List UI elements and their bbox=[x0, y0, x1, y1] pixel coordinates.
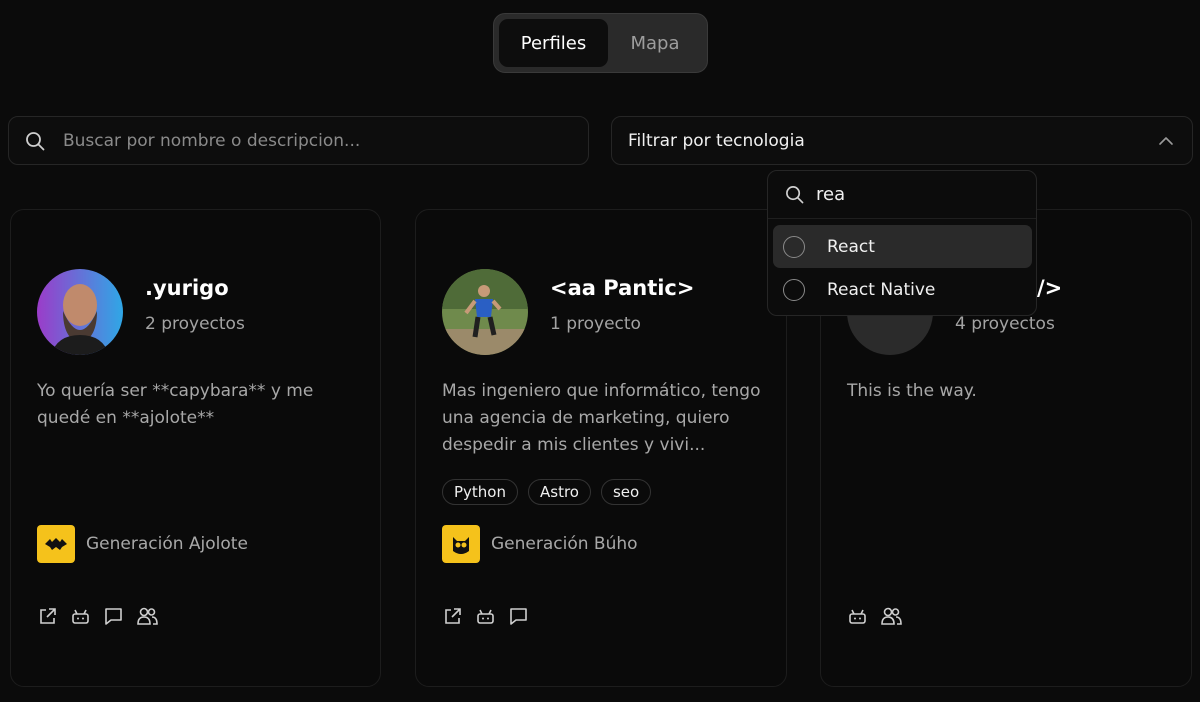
profile-description: This is the way. bbox=[847, 381, 977, 401]
profile-name: <aa Pantic> bbox=[550, 276, 695, 300]
bot-icon[interactable] bbox=[70, 606, 91, 627]
search-icon bbox=[786, 186, 804, 204]
dropdown-search-input[interactable] bbox=[816, 184, 1016, 205]
owl-logo-icon bbox=[442, 525, 480, 563]
generation-label: Generación Ajolote bbox=[86, 534, 248, 554]
profile-name: .yurigo bbox=[145, 276, 229, 300]
axolotl-logo-icon bbox=[37, 525, 75, 563]
tech-tags: Python Astro seo bbox=[442, 479, 652, 505]
profile-project-count: 2 proyectos bbox=[145, 314, 245, 334]
radio-circle bbox=[783, 235, 805, 258]
message-icon[interactable] bbox=[103, 606, 124, 627]
chevron-up-icon bbox=[1159, 136, 1173, 145]
avatar bbox=[37, 269, 123, 355]
option-label: React Native bbox=[827, 279, 936, 300]
tech-tag: Python bbox=[442, 479, 518, 505]
generation-badge: Generación Búho bbox=[442, 525, 638, 563]
tech-tag: seo bbox=[600, 479, 652, 505]
profile-description: Mas ingeniero que informático, tengo una… bbox=[442, 381, 761, 455]
option-react-native[interactable]: React Native bbox=[773, 268, 1032, 311]
avatar bbox=[442, 269, 528, 355]
option-react[interactable]: React bbox=[773, 225, 1032, 268]
tech-filter-dropdown: React React Native bbox=[767, 170, 1037, 316]
users-icon[interactable] bbox=[880, 606, 903, 627]
users-icon[interactable] bbox=[136, 606, 159, 627]
profile-actions bbox=[37, 606, 159, 627]
profile-project-count: 1 proyecto bbox=[550, 314, 641, 334]
tech-tag: Astro bbox=[528, 479, 591, 505]
generation-badge: Generación Ajolote bbox=[37, 525, 248, 563]
external-link-icon[interactable] bbox=[37, 606, 58, 627]
view-tabs: Perfiles Mapa bbox=[493, 13, 708, 73]
profile-project-count: 4 proyectos bbox=[955, 314, 1055, 334]
external-link-icon[interactable] bbox=[442, 606, 463, 627]
profile-card[interactable]: <aa Pantic> 1 proyecto Mas ingeniero que… bbox=[415, 209, 787, 687]
message-icon[interactable] bbox=[508, 606, 529, 627]
tab-mapa[interactable]: Mapa bbox=[608, 19, 702, 67]
profile-description: Yo quería ser **capybara** y me quedé en… bbox=[37, 381, 314, 428]
profile-actions bbox=[847, 606, 903, 627]
generation-label: Generación Búho bbox=[491, 534, 638, 554]
profile-name: /> bbox=[1037, 276, 1063, 300]
search-icon bbox=[26, 131, 45, 150]
bot-icon[interactable] bbox=[475, 606, 496, 627]
tech-filter-select[interactable]: Filtrar por tecnologia bbox=[611, 116, 1193, 165]
search-box bbox=[8, 116, 589, 165]
dropdown-search bbox=[768, 171, 1036, 219]
profile-card[interactable]: .yurigo 2 proyectos Yo quería ser **capy… bbox=[10, 209, 381, 687]
search-input[interactable] bbox=[63, 130, 563, 151]
tech-filter-label: Filtrar por tecnologia bbox=[628, 130, 805, 151]
tab-perfiles[interactable]: Perfiles bbox=[499, 19, 608, 67]
radio-circle bbox=[783, 278, 805, 301]
bot-icon[interactable] bbox=[847, 606, 868, 627]
profile-actions bbox=[442, 606, 529, 627]
option-label: React bbox=[827, 236, 875, 257]
